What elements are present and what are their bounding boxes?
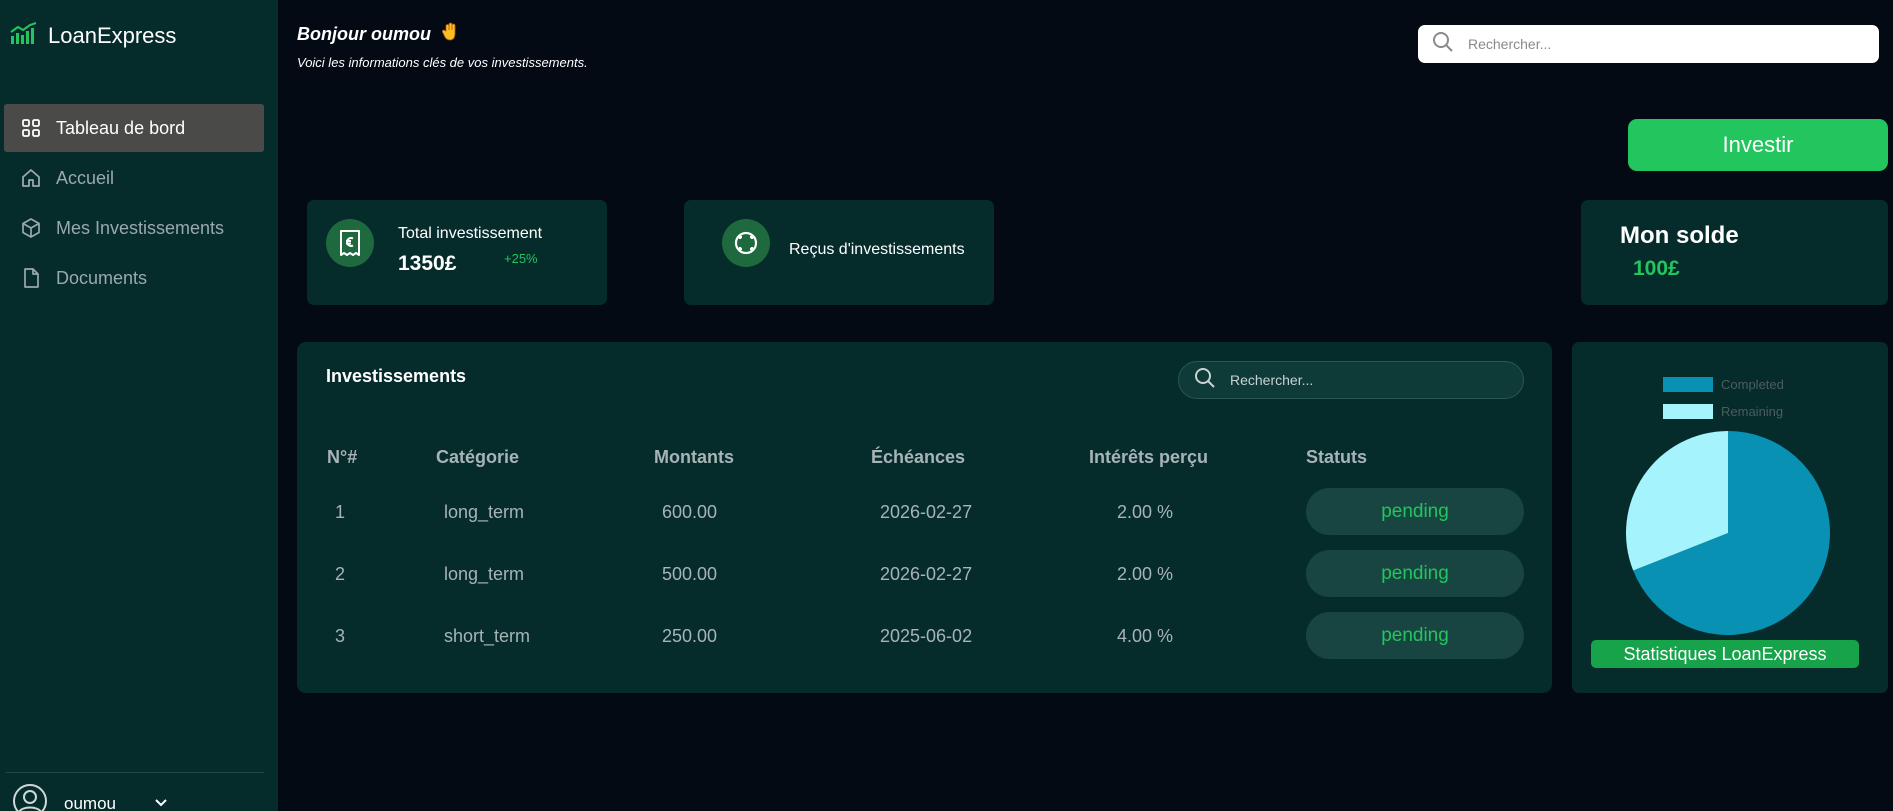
pie-chart	[1626, 431, 1830, 635]
cell-amount: 500.00	[662, 564, 718, 584]
cell-category: long_term	[444, 564, 525, 584]
column-header: Catégorie	[436, 447, 520, 467]
sidebar-item-label: Documents	[56, 267, 148, 288]
total-investment-value: 1350£	[398, 252, 457, 275]
cell-number: 3	[335, 626, 346, 646]
cell-number: 2	[335, 564, 346, 584]
app-logo[interactable]: LoanExpress	[10, 22, 176, 49]
cell-amount: 600.00	[662, 502, 718, 522]
sidebar-item-label: Accueil	[56, 167, 115, 188]
greeting: Bonjour oumou Voici les informations clé…	[297, 22, 588, 70]
invest-button[interactable]: Investir	[1628, 119, 1888, 171]
search-icon	[1432, 31, 1454, 58]
chart-growth-icon	[10, 22, 38, 49]
focus-target-icon	[722, 219, 770, 267]
sidebar-nav: Tableau de bord Accueil Mes Investisseme…	[4, 104, 264, 304]
cell-category: long_term	[444, 502, 525, 522]
avatar-icon	[12, 783, 48, 811]
investments-panel: Investissements N°# Catégorie Montants É…	[297, 342, 1552, 693]
balance-title: Mon solde	[1620, 222, 1739, 249]
waving-hand-icon	[441, 22, 459, 47]
sidebar-item-home[interactable]: Accueil	[4, 154, 264, 202]
column-header: Échéances	[871, 447, 966, 467]
total-investment-change: +25%	[504, 251, 538, 266]
total-investment-title: Total investissement	[398, 225, 543, 242]
column-header: Intérêts perçu	[1089, 447, 1209, 467]
home-icon	[20, 167, 42, 189]
investments-search-input[interactable]	[1230, 372, 1510, 388]
cell-due-date: 2026-02-27	[880, 564, 973, 584]
sidebar: LoanExpress Tableau de bord Accueil Mes …	[0, 0, 278, 811]
stats-chart-panel: Completed Remaining Statistiques LoanExp…	[1572, 342, 1888, 693]
column-header: Statuts	[1306, 447, 1368, 467]
search-input[interactable]	[1468, 36, 1848, 52]
sidebar-item-label: Mes Investissements	[56, 217, 225, 238]
cell-category: short_term	[444, 626, 531, 646]
stats-button[interactable]: Statistiques LoanExpress	[1591, 640, 1859, 668]
chevron-down-icon[interactable]	[154, 795, 168, 811]
search-icon	[1194, 367, 1216, 394]
column-header: Montants	[654, 447, 734, 467]
sidebar-item-investments[interactable]: Mes Investissements	[4, 204, 264, 252]
sidebar-divider	[6, 772, 264, 773]
receipts-title: Reçus d'investissements	[789, 241, 965, 258]
app-name: LoanExpress	[48, 22, 177, 48]
status-badge[interactable]: pending	[1306, 488, 1524, 535]
cell-interest: 2.00 %	[1117, 502, 1174, 522]
sidebar-item-dashboard[interactable]: Tableau de bord	[4, 104, 264, 152]
sidebar-item-documents[interactable]: Documents	[4, 254, 264, 302]
greeting-subtitle: Voici les informations clés de vos inves…	[297, 55, 588, 70]
top-search-bar[interactable]	[1418, 25, 1879, 63]
status-badge[interactable]: pending	[1306, 550, 1524, 597]
user-name: oumou	[64, 793, 116, 811]
total-investment-card: Total investissement 1350£ +25%	[307, 200, 607, 305]
greeting-title: Bonjour oumou	[297, 24, 431, 44]
box-icon	[20, 217, 42, 239]
grid-icon	[20, 117, 42, 139]
balance-card: Mon solde 100£	[1581, 200, 1888, 305]
cell-number: 1	[335, 502, 346, 522]
cell-interest: 4.00 %	[1117, 626, 1174, 646]
balance-value: 100£	[1633, 257, 1680, 280]
column-header: N°#	[327, 447, 358, 467]
investments-title: Investissements	[326, 366, 467, 386]
cell-amount: 250.00	[662, 626, 718, 646]
cell-due-date: 2026-02-27	[880, 502, 973, 522]
cell-interest: 2.00 %	[1117, 564, 1174, 584]
status-badge[interactable]: pending	[1306, 612, 1524, 659]
document-icon	[20, 267, 42, 289]
receipts-card[interactable]: Reçus d'investissements	[684, 200, 994, 305]
cell-due-date: 2025-06-02	[880, 626, 973, 646]
user-menu[interactable]: oumou	[12, 783, 168, 811]
receipt-euro-icon	[326, 219, 374, 267]
investments-search-bar[interactable]	[1178, 361, 1524, 399]
sidebar-item-label: Tableau de bord	[56, 117, 186, 138]
